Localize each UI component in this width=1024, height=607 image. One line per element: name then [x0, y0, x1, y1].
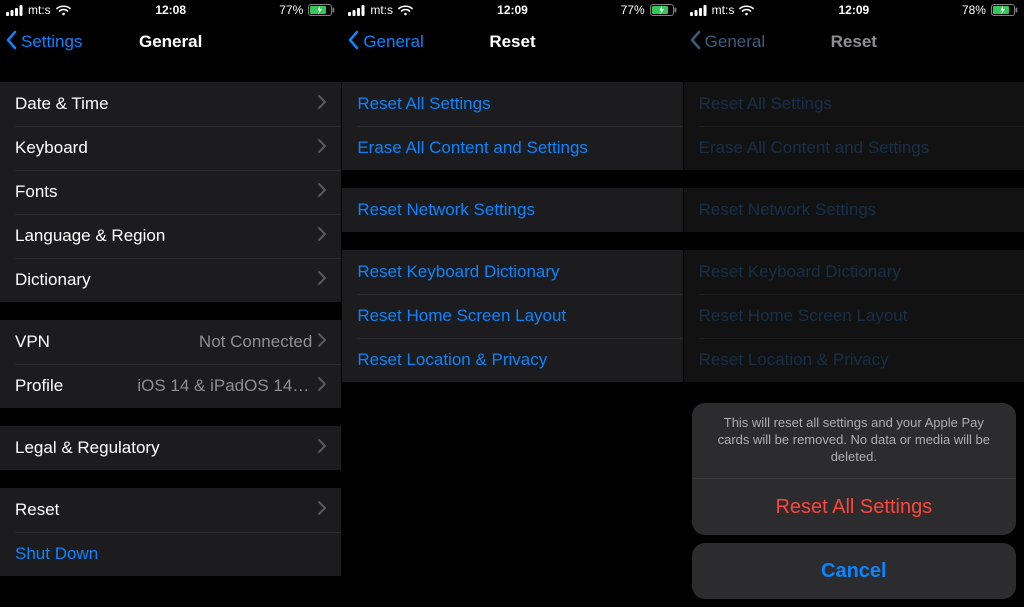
status-bar: mt:s12:0977%: [342, 0, 682, 20]
chevron-right-icon: [318, 438, 326, 458]
row-reset-home-screen-layout[interactable]: Reset Home Screen Layout: [342, 294, 682, 338]
row-reset[interactable]: Reset: [0, 488, 341, 532]
nav-bar: GeneralReset: [684, 20, 1024, 64]
phone-panel-1: mt:s12:0977%GeneralReset Reset All Settin…: [341, 0, 682, 607]
row-profile[interactable]: ProfileiOS 14 & iPadOS 14 Beta Softwar..…: [0, 364, 341, 408]
row-label: VPN: [15, 332, 199, 352]
row-label: Reset Network Settings: [699, 200, 1009, 220]
row-legal-regulatory[interactable]: Legal & Regulatory: [0, 426, 341, 470]
row-detail: Not Connected: [199, 332, 312, 352]
row-reset-location-privacy: Reset Location & Privacy: [684, 338, 1024, 382]
row-language-region[interactable]: Language & Region: [0, 214, 341, 258]
phone-panel-2: mt:s12:0978%GeneralReset Reset All Settin…: [683, 0, 1024, 607]
settings-group: Reset Keyboard Dictionary Reset Home Scre…: [684, 250, 1024, 382]
settings-group: Date & Time Keyboard Fonts Language & Regio…: [0, 82, 341, 302]
clock-time: 12:09: [684, 3, 1024, 17]
chevron-right-icon: [318, 500, 326, 520]
row-label: Reset Keyboard Dictionary: [357, 262, 667, 282]
status-bar: mt:s12:0978%: [684, 0, 1024, 20]
clock-time: 12:08: [0, 3, 341, 17]
settings-group: Legal & Regulatory: [0, 426, 341, 470]
nav-title: General: [0, 32, 341, 52]
content-area: Reset All Settings Erase All Content and …: [342, 82, 682, 382]
content-area: Reset All Settings Erase All Content and …: [684, 82, 1024, 382]
nav-bar: GeneralReset: [342, 20, 682, 64]
row-label: Profile: [15, 376, 137, 396]
row-label: Legal & Regulatory: [15, 438, 318, 458]
row-reset-all-settings[interactable]: Reset All Settings: [342, 82, 682, 126]
settings-group: Reset All Settings Erase All Content and …: [684, 82, 1024, 170]
row-label: Fonts: [15, 182, 318, 202]
row-shut-down[interactable]: Shut Down: [0, 532, 341, 576]
row-label: Reset Home Screen Layout: [699, 306, 1009, 326]
chevron-right-icon: [318, 226, 326, 246]
row-erase-all-content-and-settings: Erase All Content and Settings: [684, 126, 1024, 170]
row-label: Reset Home Screen Layout: [357, 306, 667, 326]
content-area: Date & Time Keyboard Fonts Language & Regio…: [0, 82, 341, 576]
row-detail: iOS 14 & iPadOS 14 Beta Softwar...: [137, 376, 312, 396]
row-reset-network-settings[interactable]: Reset Network Settings: [342, 188, 682, 232]
reset-all-settings-button[interactable]: Reset All Settings: [692, 479, 1016, 535]
row-reset-network-settings: Reset Network Settings: [684, 188, 1024, 232]
phone-panel-0: mt:s12:0877%SettingsGeneral Date & Time Ke…: [0, 0, 341, 607]
action-sheet-message: This will reset all settings and your Ap…: [692, 403, 1016, 478]
nav-title: Reset: [684, 32, 1024, 52]
row-fonts[interactable]: Fonts: [0, 170, 341, 214]
row-reset-keyboard-dictionary[interactable]: Reset Keyboard Dictionary: [342, 250, 682, 294]
row-reset-all-settings: Reset All Settings: [684, 82, 1024, 126]
clock-time: 12:09: [342, 3, 682, 17]
row-label: Dictionary: [15, 270, 318, 290]
chevron-right-icon: [318, 376, 326, 396]
settings-group: Reset Network Settings: [342, 188, 682, 232]
row-date-time[interactable]: Date & Time: [0, 82, 341, 126]
separator: [692, 478, 1016, 479]
action-sheet: This will reset all settings and your Ap…: [692, 403, 1016, 599]
row-label: Reset: [15, 500, 318, 520]
row-label: Shut Down: [15, 544, 326, 564]
cancel-button[interactable]: Cancel: [692, 543, 1016, 599]
row-keyboard[interactable]: Keyboard: [0, 126, 341, 170]
settings-group: VPNNot ConnectedProfileiOS 14 & iPadOS 1…: [0, 320, 341, 408]
row-reset-location-privacy[interactable]: Reset Location & Privacy: [342, 338, 682, 382]
status-bar: mt:s12:0877%: [0, 0, 341, 20]
row-label: Language & Region: [15, 226, 318, 246]
row-reset-home-screen-layout: Reset Home Screen Layout: [684, 294, 1024, 338]
nav-title: Reset: [342, 32, 682, 52]
chevron-right-icon: [318, 182, 326, 202]
row-label: Reset Location & Privacy: [699, 350, 1009, 370]
row-erase-all-content-and-settings[interactable]: Erase All Content and Settings: [342, 126, 682, 170]
row-dictionary[interactable]: Dictionary: [0, 258, 341, 302]
chevron-right-icon: [318, 270, 326, 290]
chevron-right-icon: [318, 138, 326, 158]
row-label: Reset Keyboard Dictionary: [699, 262, 1009, 282]
row-label: Reset Location & Privacy: [357, 350, 667, 370]
action-sheet-cancel-group: Cancel: [692, 543, 1016, 599]
chevron-right-icon: [318, 94, 326, 114]
row-label: Erase All Content and Settings: [357, 138, 667, 158]
row-label: Reset Network Settings: [357, 200, 667, 220]
row-label: Reset All Settings: [357, 94, 667, 114]
row-reset-keyboard-dictionary: Reset Keyboard Dictionary: [684, 250, 1024, 294]
settings-group: Reset All Settings Erase All Content and …: [342, 82, 682, 170]
chevron-right-icon: [318, 332, 326, 352]
row-label: Keyboard: [15, 138, 318, 158]
row-vpn[interactable]: VPNNot Connected: [0, 320, 341, 364]
settings-group: Reset Shut Down: [0, 488, 341, 576]
action-sheet-main: This will reset all settings and your Ap…: [692, 403, 1016, 535]
row-label: Date & Time: [15, 94, 318, 114]
nav-bar: SettingsGeneral: [0, 20, 341, 64]
row-label: Reset All Settings: [699, 94, 1009, 114]
settings-group: Reset Keyboard Dictionary Reset Home Scre…: [342, 250, 682, 382]
row-label: Erase All Content and Settings: [699, 138, 1009, 158]
settings-group: Reset Network Settings: [684, 188, 1024, 232]
